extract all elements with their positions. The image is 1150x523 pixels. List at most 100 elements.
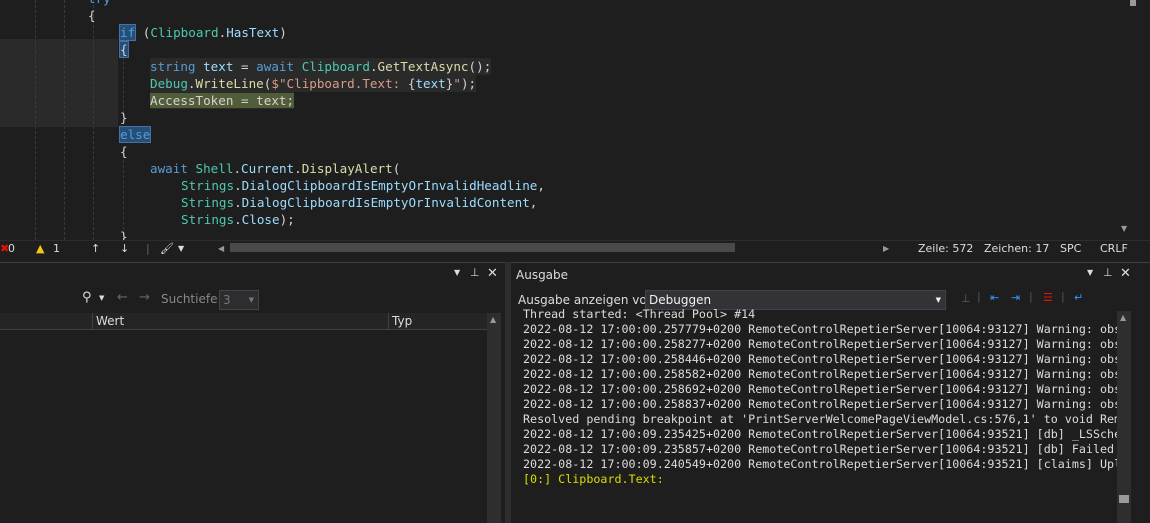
chevron-down-icon[interactable]: ▼ [178,242,184,256]
arrow-up-icon[interactable]: ↑ [91,242,100,256]
brush-icon[interactable]: 🖌 [160,242,174,256]
output-line: Thread started: <Thread Pool> #14 [523,307,756,321]
scroll-right-icon[interactable]: ▶ [883,242,889,256]
panel-menu-icon[interactable]: ▼ [454,268,460,277]
column-header-value[interactable]: Wert [96,314,124,328]
scrollbar-thumb[interactable] [1119,495,1129,503]
panel-menu-icon[interactable]: ▼ [1087,268,1093,277]
output-line: 2022-08-12 17:00:00.258582+0200 RemoteCo… [523,367,1117,381]
code-line[interactable]: string text = await Clipboard.GetTextAsy… [150,58,492,75]
locals-header-row: Wert Typ [0,313,487,330]
code-token: ); [279,212,295,227]
output-text[interactable]: Thread started: <Thread Pool> #14 2022-08… [523,307,1117,497]
separator: | [1061,290,1065,303]
code-line[interactable]: { [119,41,129,58]
editor-margin [1136,0,1150,240]
code-token: } [120,110,128,125]
code-token: { [120,144,128,159]
forward-arrow-icon[interactable]: → [139,290,150,305]
indent-guide [123,57,124,113]
output-panel-title[interactable]: Ausgabe [516,268,568,282]
code-token: await [150,161,188,176]
code-token: ) [279,25,287,40]
output-line: 2022-08-12 17:00:00.258692+0200 RemoteCo… [523,382,1117,396]
code-token: . [234,212,242,227]
back-arrow-icon[interactable]: ← [117,290,128,305]
code-token: Strings [181,178,235,193]
code-editor[interactable]: try{if (Clipboard.HasText){string text =… [0,0,1150,240]
code-token: if [118,24,137,41]
line-ending-indicator[interactable]: CRLF [1100,242,1128,256]
pin-icon[interactable]: ⊥ [470,266,480,279]
output-line: 2022-08-12 17:00:09.240549+0200 RemoteCo… [523,457,1117,471]
warning-count[interactable]: 1 [53,242,60,256]
code-line[interactable]: Strings.Close); [181,211,295,228]
output-line-last: [0:] Clipboard.Text: [523,472,664,486]
output-source-value: Debuggen [649,293,712,307]
locals-panel: ▼ ⊥ ✕ ⚲ ▼ ← → Suchtiefe: 3 ▼ Wert Typ ▲ [0,262,505,523]
code-line[interactable]: try [88,0,111,7]
code-line[interactable]: { [120,143,128,160]
code-line[interactable]: await Shell.Current.DisplayAlert( [150,160,400,177]
code-line[interactable]: else [118,126,152,143]
warning-icon[interactable]: ▲ [36,242,44,256]
locals-vertical-scrollbar[interactable]: ▲ [487,313,501,523]
find-message-icon[interactable]: ⊥ [961,292,971,305]
column-header-type[interactable]: Typ [392,314,412,328]
line-indicator[interactable]: Zeile: 572 [918,242,973,256]
whitespace-indicator[interactable]: SPC [1060,242,1081,256]
previous-message-icon[interactable]: ⇤ [990,291,999,304]
code-token: , [537,178,545,193]
code-token: Debug [150,76,188,91]
output-line: 2022-08-12 17:00:09.235425+0200 RemoteCo… [523,427,1117,441]
code-line[interactable]: Strings.DialogClipboardIsEmptyOrInvalidC… [181,194,537,211]
close-icon[interactable]: ✕ [487,266,498,281]
clear-all-icon[interactable]: ☰ [1043,291,1053,304]
arrow-down-icon[interactable]: ↓ [120,242,129,256]
pin-icon[interactable]: ⊥ [1103,266,1113,279]
error-count[interactable]: 0 [8,242,15,256]
code-token: . [233,161,242,176]
output-line: 2022-08-12 17:00:00.258277+0200 RemoteCo… [523,337,1117,351]
code-line[interactable]: Debug.WriteLine($"Clipboard.Text: {text}… [150,75,477,92]
output-vertical-scrollbar[interactable]: ▲ [1117,311,1131,523]
scroll-up-icon[interactable]: ▲ [1120,313,1126,322]
code-token: (); [468,59,492,74]
code-line[interactable]: } [120,228,128,240]
code-token: text [415,76,446,91]
code-token: . [369,59,378,74]
code-token: Clipboard [301,59,370,74]
scroll-up-icon[interactable]: ▲ [490,315,496,324]
editor-vertical-scrollbar[interactable]: ▼ [1118,0,1136,240]
code-token: . [234,178,242,193]
code-line[interactable]: Strings.DialogClipboardIsEmptyOrInvalidH… [181,177,545,194]
scroll-left-icon[interactable]: ◀ [218,242,224,256]
column-indicator[interactable]: Zeichen: 17 [984,242,1049,256]
code-token: GetTextAsync [377,59,469,74]
output-line: 2022-08-12 17:00:00.257779+0200 RemoteCo… [523,322,1117,336]
code-token: } [120,229,128,240]
search-dropdown-icon[interactable]: ▼ [99,294,104,302]
code-line[interactable]: if (Clipboard.HasText) [118,24,287,41]
scroll-down-icon[interactable]: ▼ [1121,224,1127,233]
editor-horizontal-scrollbar[interactable] [230,243,735,252]
code-token: ); [460,76,477,91]
word-wrap-icon[interactable]: ↵ [1074,291,1083,304]
output-line: 2022-08-12 17:00:00.258837+0200 RemoteCo… [523,397,1117,411]
separator: | [146,242,150,255]
close-icon[interactable]: ✕ [1120,266,1131,281]
search-depth-select[interactable]: 3 ▼ [219,290,259,310]
code-token: Clipboard [150,25,219,40]
code-line[interactable]: { [88,7,96,24]
code-line[interactable]: AccessToken = text; [150,92,295,109]
code-line[interactable]: } [120,109,128,126]
code-token: . [234,195,242,210]
column-divider [92,313,93,330]
code-token: Shell [195,161,234,176]
search-icon[interactable]: ⚲ [82,290,92,305]
code-token: string [150,59,196,74]
next-message-icon[interactable]: ⇥ [1011,291,1020,304]
code-token: WriteLine [195,76,264,91]
